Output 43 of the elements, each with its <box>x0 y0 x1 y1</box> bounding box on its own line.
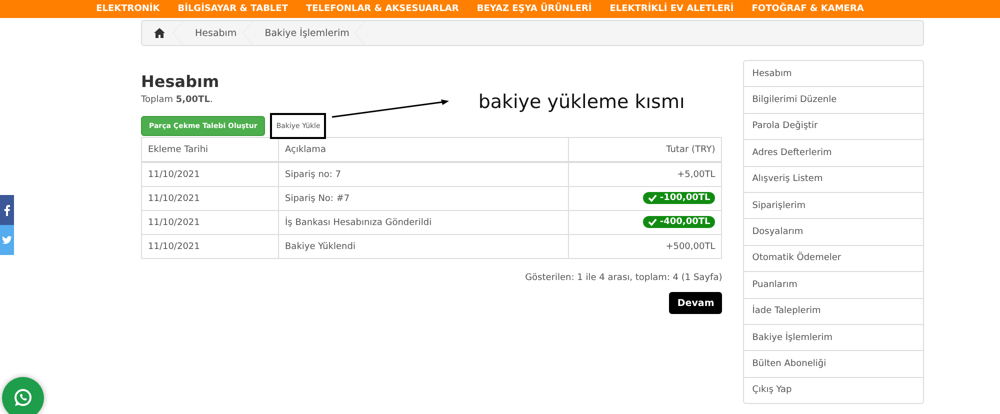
table-cell: 11/10/2021 <box>142 162 278 186</box>
menu-item[interactable]: Siparişlerim <box>744 192 923 218</box>
facebook-icon <box>4 204 10 216</box>
amount-badge: -100,00TL <box>642 192 716 204</box>
menu-item[interactable]: Adres Defterlerim <box>744 139 923 166</box>
column-header: Ekleme Tarihi <box>142 138 278 162</box>
amount-badge: -400,00TL <box>642 216 716 228</box>
check-icon <box>648 218 657 226</box>
breadcrumb-link[interactable]: Bakiye İşlemlerim <box>252 28 356 38</box>
table-cell: 11/10/2021 <box>142 186 278 210</box>
menu-item[interactable]: Alışveriş Listem <box>744 166 923 192</box>
amount-text: +5,00TL <box>677 170 716 180</box>
table-cell: İş Bankası Hesabınıza Gönderildi <box>278 210 569 234</box>
whatsapp-button[interactable] <box>2 377 44 414</box>
home-icon <box>154 28 165 38</box>
menu-item[interactable]: Otomatik Ödemeler <box>744 244 923 272</box>
menu-item[interactable]: Parola Değiştir <box>744 112 923 140</box>
menu-item[interactable]: Dosyalarım <box>744 218 923 245</box>
table-cell: 11/10/2021 <box>142 234 278 258</box>
results-summary: Gösterilen: 1 ile 4 arası, toplam: 4 (1 Sayfa) <box>525 273 722 283</box>
facebook-button[interactable] <box>0 195 14 225</box>
menu-item[interactable]: Puanlarım <box>744 271 923 298</box>
continue-button[interactable]: Devam <box>669 292 722 314</box>
menu-item[interactable]: Bakiye İşlemlerim <box>744 324 923 350</box>
chat-phone-icon <box>13 388 33 408</box>
table-cell: Sipariş No: #7 <box>278 186 569 210</box>
menu-item[interactable]: Çıkış Yap <box>744 376 923 404</box>
menu-item[interactable]: İade Taleplerim <box>744 298 923 324</box>
bird-icon <box>2 236 12 244</box>
column-header: Tutar (TRY) <box>568 138 722 162</box>
page-title: Hesabım <box>141 72 220 91</box>
amount-text: +500,00TL <box>666 242 716 252</box>
table-cell: Bakiye Yüklendi <box>278 234 569 258</box>
table-cell: 11/10/2021 <box>142 210 278 234</box>
breadcrumb-link[interactable]: Hesabım <box>183 28 243 38</box>
menu-item[interactable]: Hesabım <box>744 61 923 86</box>
check-icon <box>648 194 657 202</box>
balance-total: Toplam 5,00TL. <box>141 95 213 105</box>
annotation-text: bakiye yükleme kısmı <box>478 91 685 113</box>
menu-item[interactable]: Bülten Aboneliği <box>744 350 923 377</box>
column-header: Açıklama <box>278 138 569 162</box>
table-cell: Sipariş no: 7 <box>278 162 569 186</box>
menu-item[interactable]: Bilgilerimi Düzenle <box>744 86 923 113</box>
